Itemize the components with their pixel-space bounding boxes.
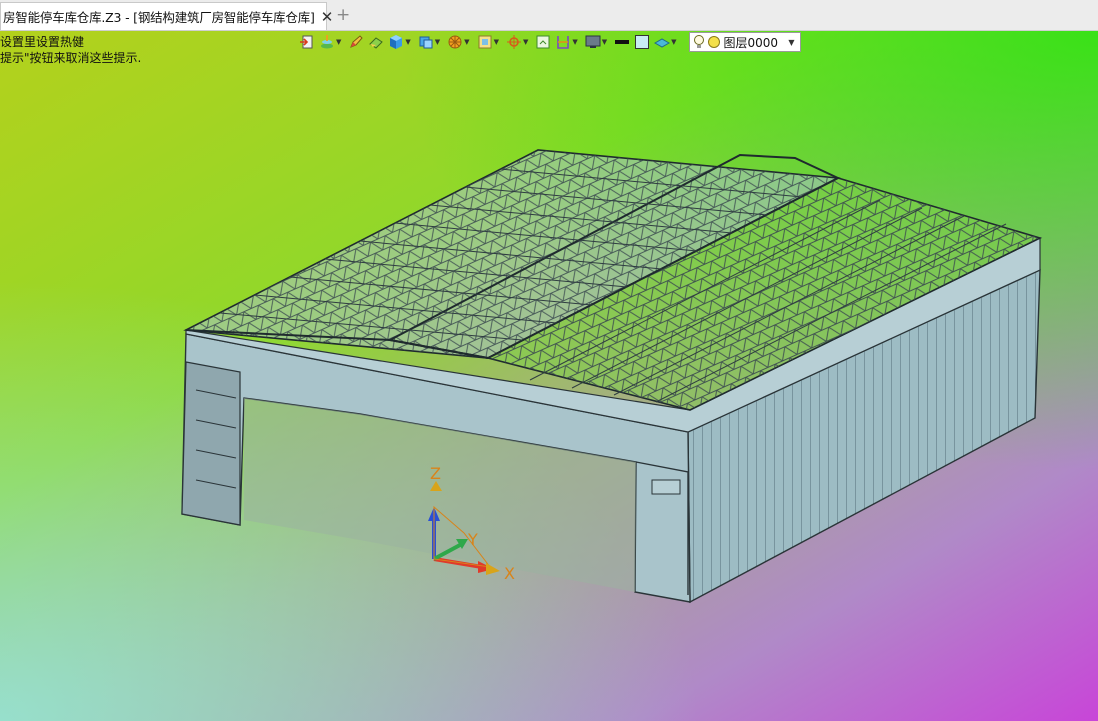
x-axis-label: X	[504, 564, 515, 583]
color-fill-button[interactable]	[633, 32, 651, 52]
color-fill-icon	[635, 35, 650, 49]
z-axis-label: Z	[430, 467, 441, 483]
exit-sketch-icon	[300, 35, 313, 49]
close-icon[interactable]: ✕	[321, 8, 334, 26]
document-tab[interactable]: 房智能停车库仓库.Z3 - [钢结构建筑厂房智能停车库仓库] ✕	[0, 2, 333, 30]
chevron-down-icon[interactable]: ▼	[494, 38, 499, 46]
view-orient-icon	[478, 35, 492, 49]
solid-cube-icon	[390, 35, 403, 49]
view-cube-icon	[419, 36, 433, 49]
lightbulb-icon[interactable]	[693, 34, 705, 50]
hint-text-line-1: 设置里设置热健	[0, 35, 85, 49]
line-style-icon	[615, 40, 630, 44]
triad-guide-lines	[433, 505, 492, 568]
view-orient-button[interactable]: ▼	[476, 32, 503, 52]
section-view-button[interactable]: ▼	[554, 32, 581, 52]
chevron-down-icon[interactable]: ▼	[464, 38, 469, 46]
fit-view-icon	[536, 35, 550, 49]
exit-sketch-button[interactable]	[298, 32, 316, 52]
3d-viewport[interactable]: 设置里设置热健 提示"按钮来取消这些提示. ▼ ▼ ▼ ▼ ▼ ▼ ▼ ▼ ▼ …	[0, 31, 1098, 721]
layer-manager-icon	[321, 35, 333, 49]
layer-color-icon[interactable]	[707, 35, 721, 49]
chevron-down-icon[interactable]: ▼	[435, 38, 440, 46]
layer-manager-button[interactable]: ▼	[318, 32, 345, 52]
section-view-icon	[557, 36, 570, 49]
layer-selector[interactable]: 图层0000 ▼	[688, 32, 801, 52]
chevron-down-icon[interactable]: ▼	[336, 38, 341, 46]
chevron-down-icon[interactable]: ▼	[523, 38, 528, 46]
render-mode-button[interactable]: ▼	[446, 32, 473, 52]
door-header-box	[651, 479, 681, 495]
add-tab-icon[interactable]: +	[336, 5, 350, 25]
display-settings-button[interactable]: ▼	[584, 32, 611, 52]
fit-view-button[interactable]	[534, 32, 552, 52]
x-label-arrow	[486, 563, 500, 575]
plane-button[interactable]: ▼	[653, 32, 680, 52]
coordinate-triad: Z Y X	[428, 467, 515, 583]
pencil-icon	[350, 35, 364, 48]
y-axis	[433, 543, 461, 561]
chevron-down-icon[interactable]: ▼	[572, 38, 577, 46]
line-style-button[interactable]	[613, 32, 631, 52]
display-settings-icon	[585, 35, 601, 48]
solid-cube-button[interactable]: ▼	[387, 32, 414, 52]
pencil-button[interactable]	[347, 32, 365, 52]
chevron-down-icon[interactable]: ▼	[788, 38, 794, 47]
view-toolbar: ▼ ▼ ▼ ▼ ▼ ▼ ▼ ▼ ▼ 图层0000 ▼	[298, 31, 801, 53]
view-cube-button[interactable]: ▼	[417, 32, 444, 52]
pan-target-icon	[506, 35, 521, 49]
pan-target-button[interactable]: ▼	[505, 32, 532, 52]
left-column-bay	[181, 361, 241, 526]
render-mode-icon	[448, 35, 462, 49]
steel-building-model[interactable]	[0, 31, 1098, 721]
eraser-icon	[369, 37, 384, 49]
document-tab-title: 房智能停车库仓库.Z3 - [钢结构建筑厂房智能停车库仓库]	[3, 10, 315, 25]
chevron-down-icon[interactable]: ▼	[602, 38, 607, 46]
plane-icon	[654, 38, 671, 48]
layer-name: 图层0000	[723, 35, 779, 50]
hint-text-line-2: 提示"按钮来取消这些提示.	[0, 51, 142, 65]
document-tab-bar: 房智能停车库仓库.Z3 - [钢结构建筑厂房智能停车库仓库] ✕ +	[0, 0, 1098, 31]
chevron-down-icon[interactable]: ▼	[405, 38, 410, 46]
y-axis-label: Y	[467, 530, 478, 549]
eraser-button[interactable]	[367, 32, 385, 52]
chevron-down-icon[interactable]: ▼	[671, 38, 676, 46]
